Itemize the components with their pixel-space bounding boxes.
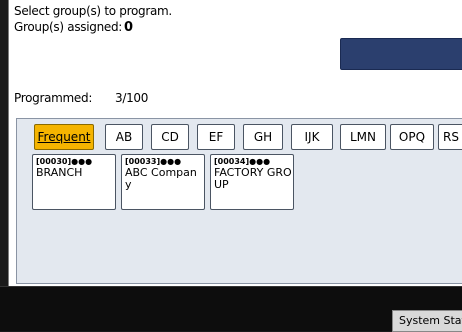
tab-label: EF [208,130,224,144]
tab-opq[interactable]: OPQ [390,124,434,150]
group-entry[interactable]: [00034]●●● FACTORY GROUP [210,154,294,210]
entry-name: BRANCH [36,166,83,179]
tab-label: IJK [304,130,320,144]
tab-label: CD [161,130,179,144]
instruction-text: Select group(s) to program. [14,4,172,18]
system-status-button[interactable]: System Status [392,310,462,332]
group-icon: ●●● [249,157,271,166]
tab-label: RS [443,130,459,144]
group-entry[interactable]: [00033]●●● ABC Company [121,154,205,210]
group-icon: ●●● [160,157,182,166]
tab-ef[interactable]: EF [197,124,235,150]
entry-code: [00030]●●● [36,157,93,166]
group-entry[interactable]: [00030]●●● BRANCH [32,154,116,210]
entry-code: [00033]●●● [125,157,182,166]
tab-cd[interactable]: CD [151,124,189,150]
assigned-label: Group(s) assigned: [14,20,123,34]
groups-assigned: Group(s) assigned: 0 [14,20,133,35]
entry-name: ABC Company [125,166,197,191]
screen: Select group(s) to program. Group(s) ass… [0,0,462,332]
entry-code: [00034]●●● [214,157,271,166]
group-icon: ●●● [71,157,93,166]
tab-ijk[interactable]: IJK [291,124,333,150]
tab-label: Frequent [37,130,91,144]
tab-gh[interactable]: GH [243,124,283,150]
tab-label: GH [253,130,273,144]
tab-frequent[interactable]: Frequent [34,124,94,150]
programmed-count: 3/100 [115,91,149,105]
tab-label: AB [115,130,133,144]
tab-lmn[interactable]: LMN [340,124,386,150]
tab-rs[interactable]: RS [438,124,462,150]
tab-ab[interactable]: AB [105,124,143,150]
programmed-label: Programmed: [14,91,93,105]
status-indicator-bar [340,38,462,70]
tab-label: OPQ [398,130,426,144]
assigned-count: 0 [124,20,133,35]
tab-label: LMN [349,130,376,144]
entry-name: FACTORY GROUP [214,166,292,191]
